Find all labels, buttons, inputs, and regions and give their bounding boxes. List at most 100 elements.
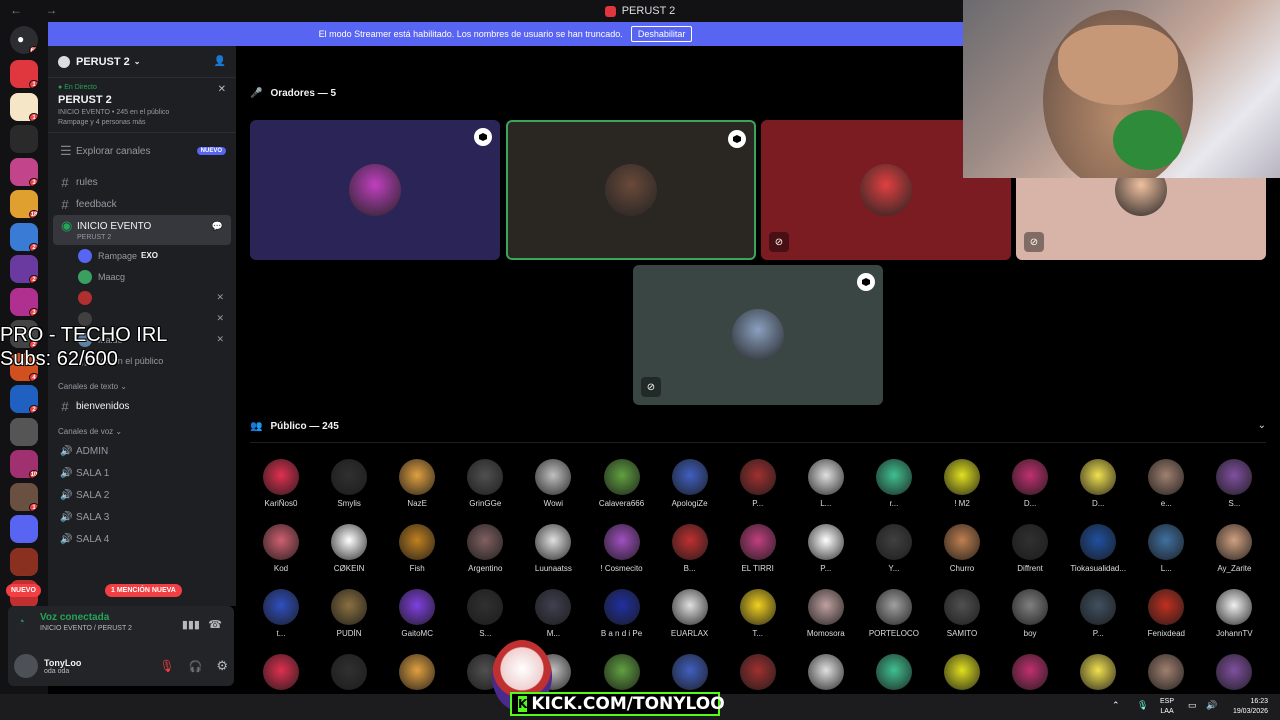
- audience-member[interactable]: [247, 654, 315, 694]
- audience-member[interactable]: PORTELOCO: [860, 589, 928, 638]
- server-icon[interactable]: 3: [10, 287, 38, 316]
- tray-chevron-icon[interactable]: ⌃: [1112, 700, 1120, 710]
- audience-member[interactable]: CØKEIN: [315, 524, 383, 573]
- server-icon[interactable]: 10: [10, 450, 38, 478]
- audience-member[interactable]: [792, 654, 860, 694]
- audience-member[interactable]: GrinGGe: [451, 459, 519, 508]
- close-icon[interactable]: ✕: [218, 84, 226, 95]
- audience-member[interactable]: [860, 654, 928, 694]
- stage-user[interactable]: Rampage EXO: [48, 245, 236, 266]
- audience-member[interactable]: D...: [996, 459, 1064, 508]
- audience-member[interactable]: ! Cosmecito: [588, 524, 656, 573]
- live-event-card[interactable]: ● En Directo PERUST 2 INICIO EVENTO • 24…: [48, 78, 236, 133]
- category-voice[interactable]: Canales de voz ⌄: [48, 417, 236, 440]
- audience-member[interactable]: ApologiZe: [656, 459, 724, 508]
- stage-channel-active[interactable]: ◉ INICIO EVENTO 💬 PERUST 2: [53, 215, 231, 245]
- gear-icon[interactable]: ⚙: [216, 658, 228, 674]
- server-icon[interactable]: [10, 547, 38, 576]
- avatar[interactable]: [14, 654, 38, 678]
- voice-channel[interactable]: 🔊 SALA 1: [48, 462, 236, 484]
- home-button[interactable]: ● 66: [10, 26, 38, 54]
- channel-feedback[interactable]: # feedback: [48, 193, 236, 215]
- audience-member[interactable]: S...: [451, 589, 519, 638]
- audience-member[interactable]: ! M2: [928, 459, 996, 508]
- audience-member[interactable]: Y...: [860, 524, 928, 573]
- add-member-icon[interactable]: 👤: [214, 56, 226, 67]
- audience-member[interactable]: JohannTV: [1200, 589, 1268, 638]
- audience-member[interactable]: Luunaatss: [519, 524, 587, 573]
- audience-member[interactable]: D...: [1064, 459, 1132, 508]
- voice-channel[interactable]: 🔊 SALA 2: [48, 484, 236, 506]
- audience-member[interactable]: Argentino: [451, 524, 519, 573]
- audience-member[interactable]: Ay_Zarite: [1200, 524, 1268, 573]
- audience-member[interactable]: Kod: [247, 524, 315, 573]
- audience-member[interactable]: B...: [656, 524, 724, 573]
- noise-suppression-icon[interactable]: ▮▮▮: [182, 618, 200, 631]
- new-pill[interactable]: NUEVO: [6, 584, 41, 597]
- audience-member[interactable]: P...: [1064, 589, 1132, 638]
- audience-member[interactable]: e...: [1132, 459, 1200, 508]
- voice-channel[interactable]: 🔊 ADMIN: [48, 440, 236, 462]
- audience-member[interactable]: Fish: [383, 524, 451, 573]
- network-icon[interactable]: ▭: [1188, 700, 1197, 710]
- audience-member[interactable]: P...: [724, 459, 792, 508]
- audience-member[interactable]: P...: [792, 524, 860, 573]
- audience-member[interactable]: L...: [792, 459, 860, 508]
- audience-member[interactable]: [1132, 654, 1200, 694]
- speaker-tile[interactable]: ⊘: [633, 265, 883, 405]
- audience-member[interactable]: SAMITO: [928, 589, 996, 638]
- server-icon[interactable]: 2: [10, 255, 38, 283]
- channel-rules[interactable]: # rules: [48, 171, 236, 193]
- audience-member[interactable]: boy: [996, 589, 1064, 638]
- server-icon[interactable]: 1: [10, 60, 38, 88]
- audience-member[interactable]: T...: [724, 589, 792, 638]
- voice-channel[interactable]: 🔊 SALA 4: [48, 528, 236, 550]
- audience-member[interactable]: GaitoMC: [383, 589, 451, 638]
- server-icon[interactable]: [10, 515, 38, 543]
- headphones-icon[interactable]: 🎧: [189, 660, 203, 673]
- mention-pill[interactable]: 1 MENCIÓN NUEVA: [105, 584, 182, 597]
- server-icon[interactable]: 3: [10, 157, 38, 186]
- speaker-tile[interactable]: [506, 120, 756, 260]
- mic-tray-icon[interactable]: 🎙: [1137, 700, 1148, 710]
- audience-member[interactable]: Diffrent: [996, 524, 1064, 573]
- chevron-down-icon[interactable]: ⌄: [1258, 420, 1266, 431]
- audience-member[interactable]: Wowi: [519, 459, 587, 508]
- server-icon[interactable]: 2: [10, 222, 38, 251]
- audience-member[interactable]: Churro: [928, 524, 996, 573]
- server-icon[interactable]: 18: [10, 190, 38, 218]
- server-icon[interactable]: 1: [10, 92, 38, 121]
- audience-member[interactable]: M...: [519, 589, 587, 638]
- audience-member[interactable]: t...: [247, 589, 315, 638]
- audience-member[interactable]: [315, 654, 383, 694]
- stage-user[interactable]: Maacg: [48, 266, 236, 287]
- audience-member[interactable]: NazE: [383, 459, 451, 508]
- audience-member[interactable]: [996, 654, 1064, 694]
- disconnect-icon[interactable]: ☎: [208, 618, 222, 631]
- audience-member[interactable]: L...: [1132, 524, 1200, 573]
- audience-member[interactable]: Tiokasualidad...: [1064, 524, 1132, 573]
- category-text[interactable]: Canales de texto ⌄: [48, 372, 236, 395]
- audience-member[interactable]: Fenixdead: [1132, 589, 1200, 638]
- audience-member[interactable]: r...: [860, 459, 928, 508]
- explore-channels[interactable]: ☰ Explorar canales NUEVO: [48, 137, 236, 165]
- audience-member[interactable]: PUDÍN: [315, 589, 383, 638]
- speaker-tile[interactable]: [250, 120, 500, 260]
- audience-member[interactable]: Calavera666: [588, 459, 656, 508]
- chat-icon[interactable]: 💬: [212, 221, 223, 232]
- audience-member[interactable]: EL TIRRI: [724, 524, 792, 573]
- audience-member[interactable]: [1064, 654, 1132, 694]
- server-header[interactable]: PERUST 2 ⌄ 👤: [48, 46, 236, 78]
- audience-member[interactable]: Momosora: [792, 589, 860, 638]
- disable-streamer-button[interactable]: Deshabilitar: [630, 26, 693, 42]
- audience-member[interactable]: S...: [1200, 459, 1268, 508]
- server-icon[interactable]: 2: [10, 385, 38, 413]
- audience-member[interactable]: Smylis: [315, 459, 383, 508]
- stage-user[interactable]: ✕: [48, 287, 236, 308]
- server-icon[interactable]: [10, 125, 38, 153]
- server-icon[interactable]: 1: [10, 482, 38, 511]
- mic-muted-icon[interactable]: 🎙: [159, 659, 174, 673]
- volume-icon[interactable]: 🔊: [1206, 700, 1217, 710]
- voice-channel[interactable]: 🔊 SALA 3: [48, 506, 236, 528]
- audience-member[interactable]: [383, 654, 451, 694]
